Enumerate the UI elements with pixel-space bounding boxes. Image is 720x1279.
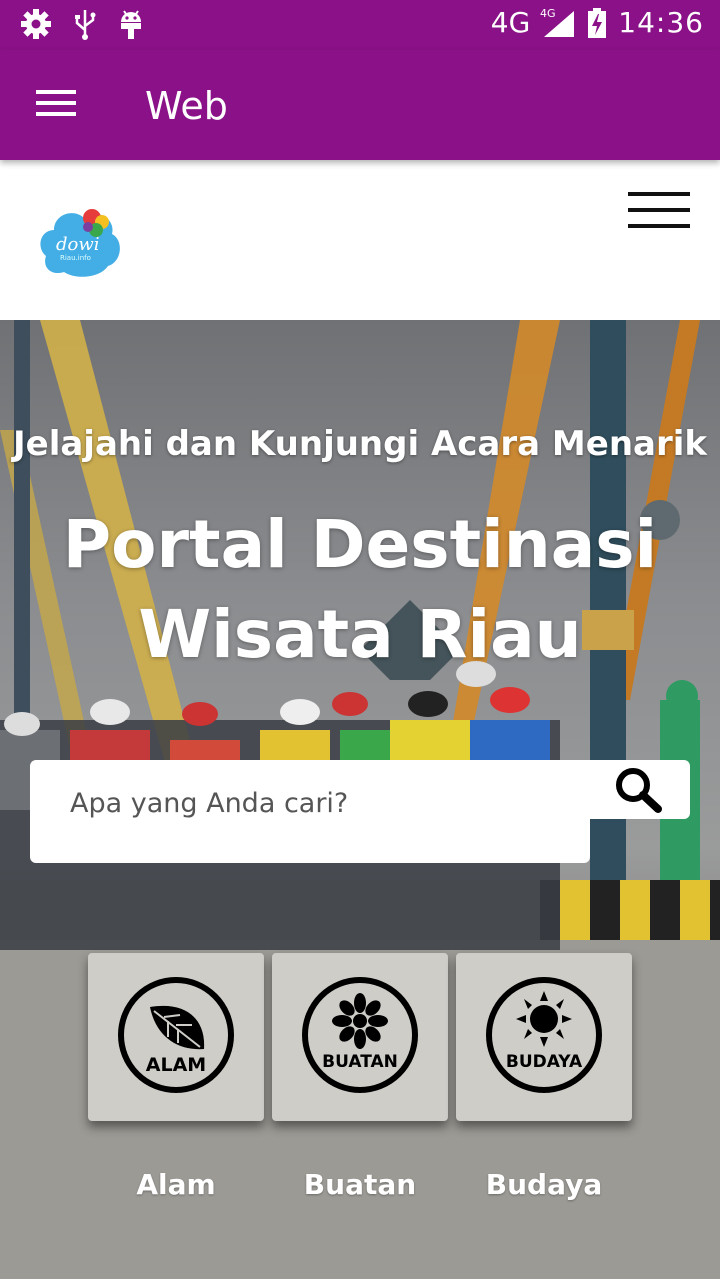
app-title: Web bbox=[145, 84, 228, 128]
category-tile-alam[interactable]: ALAM bbox=[88, 953, 264, 1121]
logo-subtext: Riau.info bbox=[60, 254, 91, 262]
search-box bbox=[30, 760, 590, 863]
leaf-icon: ALAM bbox=[118, 977, 234, 1093]
menu-icon-line bbox=[36, 112, 76, 116]
site-logo[interactable]: dowi Riau.info bbox=[36, 200, 124, 284]
category-badge-text: BUATAN bbox=[322, 1052, 398, 1072]
category-label-budaya[interactable]: Budaya bbox=[456, 1168, 632, 1201]
site-header: dowi Riau.info bbox=[0, 160, 720, 320]
search-icon bbox=[616, 768, 662, 813]
hero-title-line: Wisata Riau bbox=[138, 596, 582, 673]
menu-icon-line bbox=[628, 208, 690, 212]
usb-icon bbox=[75, 10, 96, 40]
flower-icon: BUATAN bbox=[302, 977, 418, 1093]
search-input[interactable] bbox=[70, 788, 570, 819]
menu-icon-line bbox=[628, 192, 690, 196]
menu-icon-line bbox=[36, 101, 76, 105]
menu-icon-line bbox=[36, 90, 76, 94]
category-tile-buatan[interactable]: BUATAN bbox=[272, 953, 448, 1121]
settings-icon bbox=[21, 9, 51, 39]
category-badge-text: ALAM bbox=[146, 1054, 206, 1076]
signal-icon: 4G bbox=[540, 7, 575, 37]
category-label-buatan[interactable]: Buatan bbox=[272, 1168, 448, 1201]
android-icon bbox=[121, 10, 141, 39]
category-label-alam[interactable]: Alam bbox=[88, 1168, 264, 1201]
sun-icon: BUDAYA bbox=[486, 977, 602, 1093]
category-tile-budaya[interactable]: BUDAYA bbox=[456, 953, 632, 1121]
network-type: 4G bbox=[490, 6, 531, 39]
search-button[interactable] bbox=[586, 760, 690, 819]
hero-title: Portal Destinasi Wisata Riau bbox=[0, 500, 720, 680]
svg-text:4G: 4G bbox=[540, 7, 556, 20]
status-bar: 4G 4G 14:36 bbox=[0, 0, 720, 50]
logo-text: dowi bbox=[56, 234, 100, 255]
menu-icon-line bbox=[628, 224, 690, 228]
hero-section: Jelajahi dan Kunjungi Acara Menarik Port… bbox=[0, 320, 720, 1279]
app-bar: Web bbox=[0, 50, 720, 160]
clock: 14:36 bbox=[618, 6, 704, 39]
site-menu-button[interactable] bbox=[628, 192, 690, 240]
hero-subtitle: Jelajahi dan Kunjungi Acara Menarik bbox=[12, 424, 707, 464]
category-badge-text: BUDAYA bbox=[506, 1052, 583, 1072]
battery-charging-icon bbox=[588, 7, 607, 38]
nav-drawer-button[interactable] bbox=[36, 90, 76, 120]
hero-title-line: Portal Destinasi bbox=[62, 506, 658, 583]
